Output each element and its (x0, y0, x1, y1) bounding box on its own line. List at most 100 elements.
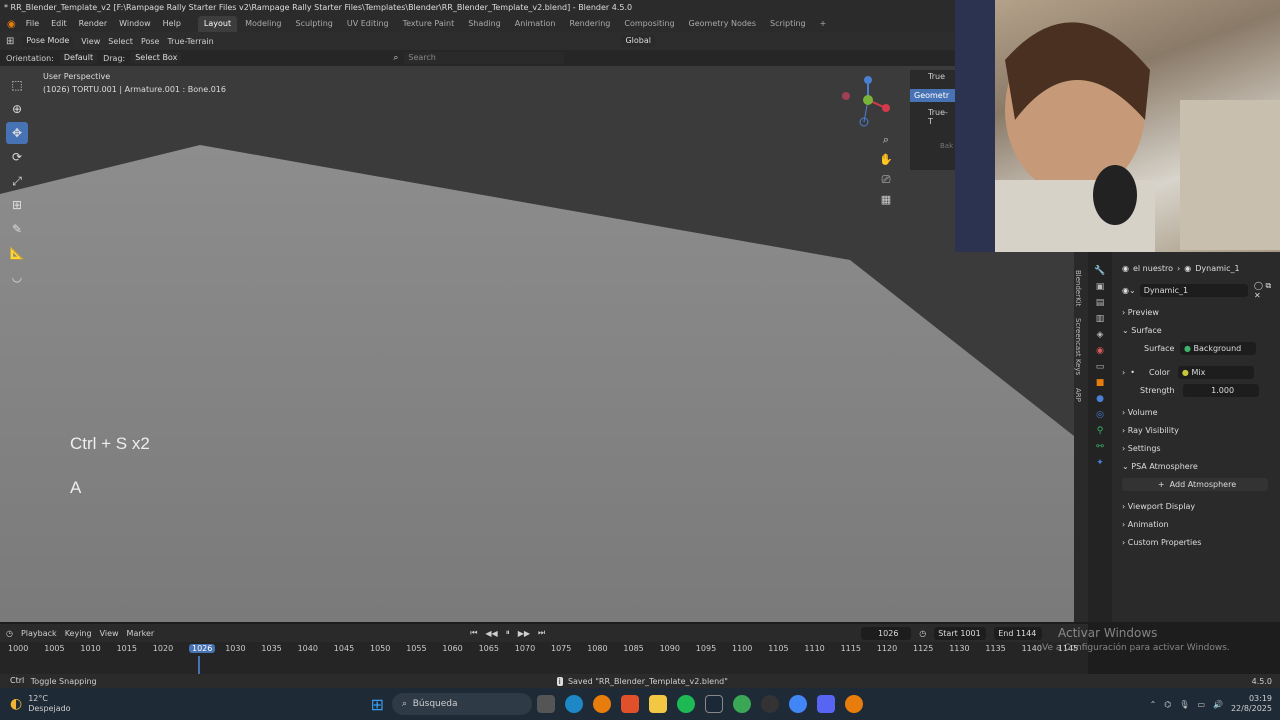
mode-dropdown[interactable]: Pose Mode (22, 35, 74, 47)
menu-render[interactable]: Render (74, 16, 112, 32)
bone-roll-icon[interactable]: ◡ (6, 266, 28, 288)
workspace-tab-sculpting[interactable]: Sculpting (290, 16, 339, 32)
transform-orientation-dropdown[interactable]: Global (621, 35, 655, 47)
play-reverse-icon[interactable]: ◀◀ (485, 629, 497, 638)
tool-icon[interactable]: 🔧 (1094, 266, 1105, 276)
weather-icon[interactable]: ◐ (10, 696, 22, 712)
tab-blenderkit[interactable]: BlenderKit (1074, 252, 1082, 306)
world-icon[interactable]: ◉ (1096, 346, 1104, 356)
blender-taskbar-icon[interactable] (592, 695, 611, 713)
menu-file[interactable]: File (21, 16, 44, 32)
menu-view[interactable]: View (81, 37, 100, 46)
menu-true-terrain[interactable]: True-Terrain (167, 37, 213, 46)
scale-icon[interactable]: ⤢ (6, 170, 28, 192)
move-icon[interactable]: ✥ (6, 122, 28, 144)
select-box-icon[interactable]: ⬚ (6, 74, 28, 96)
menu-edit[interactable]: Edit (46, 16, 72, 32)
render-icon[interactable]: ▣ (1096, 282, 1105, 292)
timeline-menu-playback[interactable]: Playback (21, 629, 57, 638)
blender-running-icon[interactable] (844, 695, 863, 713)
section-volume[interactable]: › Volume (1112, 403, 1280, 421)
menu-help[interactable]: Help (158, 16, 186, 32)
weather-widget[interactable]: 12°C Despejado (28, 694, 70, 714)
jump-start-icon[interactable]: ⏮ (470, 628, 477, 638)
section-animation[interactable]: › Animation (1112, 515, 1280, 533)
constraint-icon[interactable]: ⚲ (1097, 426, 1104, 436)
tab-screencast-keys[interactable]: Screencast Keys (1074, 306, 1082, 375)
world-browse-icon[interactable]: ◉⌄ (1122, 286, 1136, 295)
spotify-icon[interactable] (676, 695, 695, 713)
pause-icon[interactable]: ⏸ (506, 628, 510, 638)
orientation-dropdown[interactable]: Default (59, 52, 98, 64)
timeline-menu-keying[interactable]: Keying (65, 629, 92, 638)
true-terrain-tab[interactable]: True-T (910, 102, 955, 132)
mic-icon[interactable]: 🎙 (1179, 700, 1189, 709)
color-input-field[interactable]: ● Mix (1177, 365, 1254, 379)
timeline-editor-icon[interactable]: ◷ (6, 629, 13, 638)
pan-hand-icon[interactable]: ✋ (878, 150, 894, 170)
start-frame-field[interactable]: Start 1001 (934, 626, 987, 640)
output-icon[interactable]: ▤ (1096, 298, 1105, 308)
collection-icon[interactable]: ▭ (1096, 362, 1105, 372)
add-workspace-button[interactable]: + (814, 16, 833, 32)
navigation-gizmo[interactable] (838, 72, 898, 132)
play-forward-icon[interactable]: ▶▶ (518, 629, 530, 638)
cursor-icon[interactable]: ⊕ (6, 98, 28, 120)
section-viewport-display[interactable]: › Viewport Display (1112, 497, 1280, 515)
steam-icon[interactable] (704, 695, 723, 713)
3d-viewport[interactable]: User Perspective (1026) TORTU.001 | Arma… (0, 66, 1074, 622)
section-psa-atmosphere[interactable]: ⌄ PSA Atmosphere (1112, 457, 1280, 475)
geometry-tab[interactable]: Geometr (910, 89, 955, 102)
timeline-ruler[interactable]: 1000 1005 1010 1015 1020 1026 1030 1035 1040 1045… (0, 644, 1088, 674)
jump-end-icon[interactable]: ⏭ (538, 628, 545, 638)
annotate-icon[interactable]: ✎ (6, 218, 28, 240)
timeline-menu-marker[interactable]: Marker (127, 629, 155, 638)
volume-icon[interactable]: 🔊 (1213, 700, 1223, 709)
menu-select[interactable]: Select (108, 37, 133, 46)
rotate-icon[interactable]: ⟳ (6, 146, 28, 168)
section-surface[interactable]: ⌄ Surface (1112, 321, 1280, 339)
clock[interactable]: 03:19 22/8/2025 (1231, 694, 1272, 714)
chrome-icon[interactable] (732, 695, 751, 713)
chrome-profile-icon[interactable] (788, 695, 807, 713)
file-explorer-icon[interactable] (648, 695, 667, 713)
fake-user-icon[interactable]: ◯ ⧉ ✕ (1254, 281, 1280, 300)
search-input[interactable]: Search (404, 52, 565, 64)
menu-pose[interactable]: Pose (141, 37, 160, 46)
discord-icon[interactable] (816, 695, 835, 713)
section-preview[interactable]: › Preview (1112, 303, 1280, 321)
section-custom-properties[interactable]: › Custom Properties (1112, 533, 1280, 551)
drag-dropdown[interactable]: Select Box (131, 52, 182, 64)
surface-shader-field[interactable]: ● Background (1180, 341, 1256, 355)
workspace-tab-compositing[interactable]: Compositing (618, 16, 680, 32)
workspace-tab-scripting[interactable]: Scripting (764, 16, 812, 32)
view-layer-icon[interactable]: ▥ (1096, 314, 1105, 324)
workspace-tab-rendering[interactable]: Rendering (564, 16, 617, 32)
expand-icon[interactable]: › • (1122, 368, 1135, 377)
section-settings[interactable]: › Settings (1112, 439, 1280, 457)
workspace-tab-geometry-nodes[interactable]: Geometry Nodes (683, 16, 762, 32)
world-name-field[interactable]: Dynamic_1 (1139, 283, 1248, 297)
task-view-icon[interactable] (536, 695, 555, 713)
current-frame-field[interactable]: 1026 (861, 626, 912, 640)
network-icon[interactable]: ⌬ (1164, 700, 1171, 709)
editor-type-icon[interactable]: ⊞ (6, 36, 14, 47)
scene-icon[interactable]: ◈ (1097, 330, 1104, 340)
workspace-tab-animation[interactable]: Animation (509, 16, 562, 32)
workspace-tab-layout[interactable]: Layout (197, 16, 238, 32)
bone-icon[interactable]: ✦ (1096, 458, 1104, 468)
tray-chevron-icon[interactable]: ⌃ (1150, 700, 1157, 709)
measure-icon[interactable]: 📐 (6, 242, 28, 264)
workspace-tab-modeling[interactable]: Modeling (239, 16, 287, 32)
taskbar-search[interactable]: ⌕ Búsqueda (391, 693, 532, 715)
section-ray-visibility[interactable]: › Ray Visibility (1112, 421, 1280, 439)
obs-icon[interactable] (760, 695, 779, 713)
start-icon[interactable]: ⊞ (371, 695, 384, 714)
physics-icon[interactable]: ◎ (1096, 410, 1104, 420)
blender-logo-icon[interactable]: ◉ (4, 19, 19, 30)
zoom-icon[interactable]: ⌕ (878, 130, 894, 150)
tab-arp[interactable]: ARP (1074, 376, 1082, 402)
workspace-tab-shading[interactable]: Shading (462, 16, 507, 32)
workspace-tab-texture-paint[interactable]: Texture Paint (397, 16, 461, 32)
data-icon[interactable]: ⚯ (1096, 442, 1104, 452)
